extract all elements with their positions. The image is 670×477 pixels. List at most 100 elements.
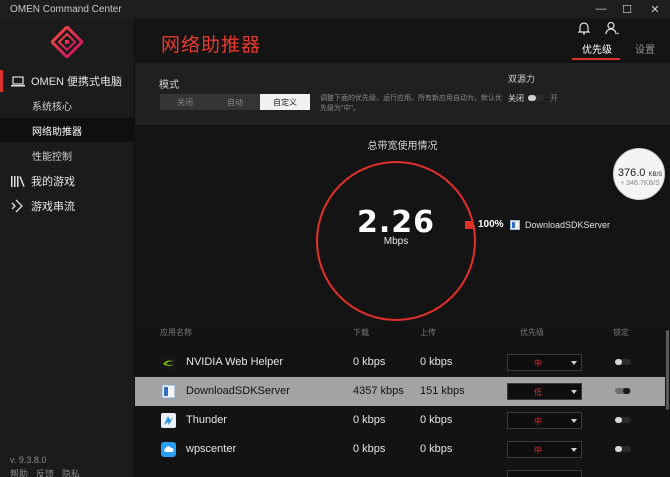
legend-percent: 100% (478, 219, 504, 230)
nav-omen-laptop-label: OMEN 便携式电脑 (31, 76, 123, 88)
download-sdk-icon (510, 220, 520, 230)
user-icon[interactable] (605, 21, 619, 35)
lock-toggle[interactable] (615, 359, 631, 365)
lock-toggle-knob (615, 446, 622, 452)
app-table: 应用名称 下载 上传 优先级 锁定 NVIDIA Web Helper 0 kb… (135, 322, 670, 477)
bell-icon[interactable] (577, 21, 591, 35)
widget-upload: + 346.7KB/S (620, 180, 660, 187)
mode-label: 模式 (159, 80, 179, 91)
nav-omen-laptop[interactable]: OMEN 便携式电脑 (0, 70, 135, 92)
table-row[interactable]: NVIDIA Web Helper 0 kbps 0 kbps 中 (135, 348, 665, 377)
chevron-down-icon (571, 361, 577, 365)
lock-toggle-knob (615, 359, 622, 365)
lock-toggle-knob (615, 417, 622, 423)
mode-panel: 模式 关闭 自动 自定义 调整下面的优先级，运行应用。所有新应用自动为，默认优先… (135, 63, 670, 125)
nav-system-core[interactable]: 系统核心 (0, 93, 135, 117)
dual-source-toggle[interactable] (528, 95, 544, 101)
priority-dropdown[interactable]: 低 (507, 383, 582, 400)
upload-rate: 0 kbps (420, 414, 453, 426)
priority-value: 中 (534, 446, 542, 455)
download-rate: 0 kbps (353, 356, 386, 368)
app-name: wpscenter (186, 443, 237, 455)
lock-toggle-knob (623, 388, 630, 394)
header-app-name: 应用名称 (160, 328, 192, 337)
bandwidth-value: 2.26 (356, 205, 436, 240)
speed-widget[interactable]: 376.0 KB/S + 346.7KB/S (613, 148, 665, 200)
mode-option-custom[interactable]: 自定义 (260, 94, 310, 110)
priority-dropdown[interactable] (507, 470, 582, 477)
app-version: v. 9.3.8.0 (10, 455, 47, 465)
nav-network-booster[interactable]: 网络助推器 (0, 118, 135, 142)
feedback-link[interactable]: 反馈 (36, 467, 54, 477)
table-row[interactable]: DownloadSDKServer 4357 kbps 151 kbps 低 (135, 377, 665, 406)
dual-source-on-label: 开 (550, 94, 558, 103)
bandwidth-unit: Mbps (383, 236, 409, 247)
sidebar: OMEN 便携式电脑 系统核心 网络助推器 性能控制 我的游戏 游戏串流 v. … (0, 18, 135, 477)
bandwidth-usage-panel: 总带宽使用情况 2.26 Mbps 100% DownloadSDKServer (135, 125, 670, 322)
legend-swatch (465, 221, 473, 229)
omen-logo-icon (49, 24, 85, 60)
lock-toggle[interactable] (615, 446, 631, 452)
nav-game-streaming-label: 游戏串流 (31, 201, 75, 213)
tab-priority[interactable]: 优先级 (582, 41, 612, 56)
dual-source-label: 双源力 (508, 74, 536, 84)
maximize-button[interactable]: ☐ (614, 0, 640, 18)
download-rate: 0 kbps (353, 443, 386, 455)
header-lock: 锁定 (613, 328, 629, 337)
mode-segmented-control: 关闭 自动 自定义 (160, 94, 310, 110)
upload-rate: 0 kbps (420, 356, 453, 368)
download-sdk-icon (161, 384, 176, 399)
help-link[interactable]: 帮助 (10, 467, 28, 477)
app-name: Thunder (186, 414, 227, 426)
header-upload: 上传 (420, 328, 436, 337)
priority-value: 中 (534, 359, 542, 368)
nav-performance-control[interactable]: 性能控制 (0, 143, 135, 167)
download-rate: 4357 kbps (353, 385, 404, 397)
priority-dropdown[interactable]: 中 (507, 354, 582, 371)
page-title: 网络助推器 (161, 35, 262, 56)
priority-value: 低 (534, 388, 542, 397)
close-button[interactable]: ✕ (642, 0, 668, 18)
table-row[interactable]: wpscenter 0 kbps 0 kbps 中 (135, 435, 665, 464)
dual-source-off-label: 关闭 (508, 94, 524, 103)
window-title: OMEN Command Center (10, 3, 122, 15)
priority-dropdown[interactable]: 中 (507, 441, 582, 458)
library-icon (11, 175, 25, 187)
header-priority: 优先级 (520, 328, 544, 337)
mode-description: 调整下面的优先级，运行应用。所有新应用自动为，默认优先级为"中"。 (320, 95, 502, 112)
mode-option-auto[interactable]: 自动 (210, 94, 260, 110)
dual-source-toggle-knob (528, 95, 536, 101)
nav-my-games-label: 我的游戏 (31, 176, 75, 188)
header-download: 下载 (353, 328, 369, 337)
minimize-button[interactable]: — (588, 0, 614, 18)
lock-toggle[interactable] (615, 417, 631, 423)
footer-links: 帮助 反馈 隐私 (10, 467, 80, 477)
widget-download-value: 376.0 (617, 167, 646, 179)
nav-my-games[interactable]: 我的游戏 (0, 170, 135, 192)
lock-toggle[interactable] (615, 388, 631, 394)
nvidia-icon (161, 355, 176, 370)
thunder-icon (161, 413, 176, 428)
priority-dropdown[interactable]: 中 (507, 412, 582, 429)
scrollbar-thumb[interactable] (666, 330, 669, 410)
page-header: 网络助推器 优先级 设置 (135, 18, 670, 63)
active-tab-indicator (572, 58, 620, 60)
streaming-icon (11, 199, 25, 213)
upload-rate: 151 kbps (420, 385, 465, 397)
chevron-down-icon (571, 390, 577, 394)
tab-settings[interactable]: 设置 (635, 41, 655, 56)
priority-value: 中 (534, 417, 542, 426)
nav-game-streaming[interactable]: 游戏串流 (0, 195, 135, 217)
title-bar: OMEN Command Center — ☐ ✕ (0, 0, 670, 18)
chevron-down-icon (571, 448, 577, 452)
legend-app-name: DownloadSDKServer (525, 220, 611, 230)
laptop-icon (11, 75, 25, 87)
upload-rate: 0 kbps (420, 443, 453, 455)
mode-option-off[interactable]: 关闭 (160, 94, 210, 110)
download-rate: 0 kbps (353, 414, 386, 426)
bandwidth-usage-title: 总带宽使用情况 (367, 141, 438, 152)
table-row[interactable]: Thunder 0 kbps 0 kbps 中 (135, 406, 665, 435)
table-scrollbar[interactable] (665, 322, 670, 477)
privacy-link[interactable]: 隐私 (62, 467, 80, 477)
wps-cloud-icon (161, 442, 176, 457)
